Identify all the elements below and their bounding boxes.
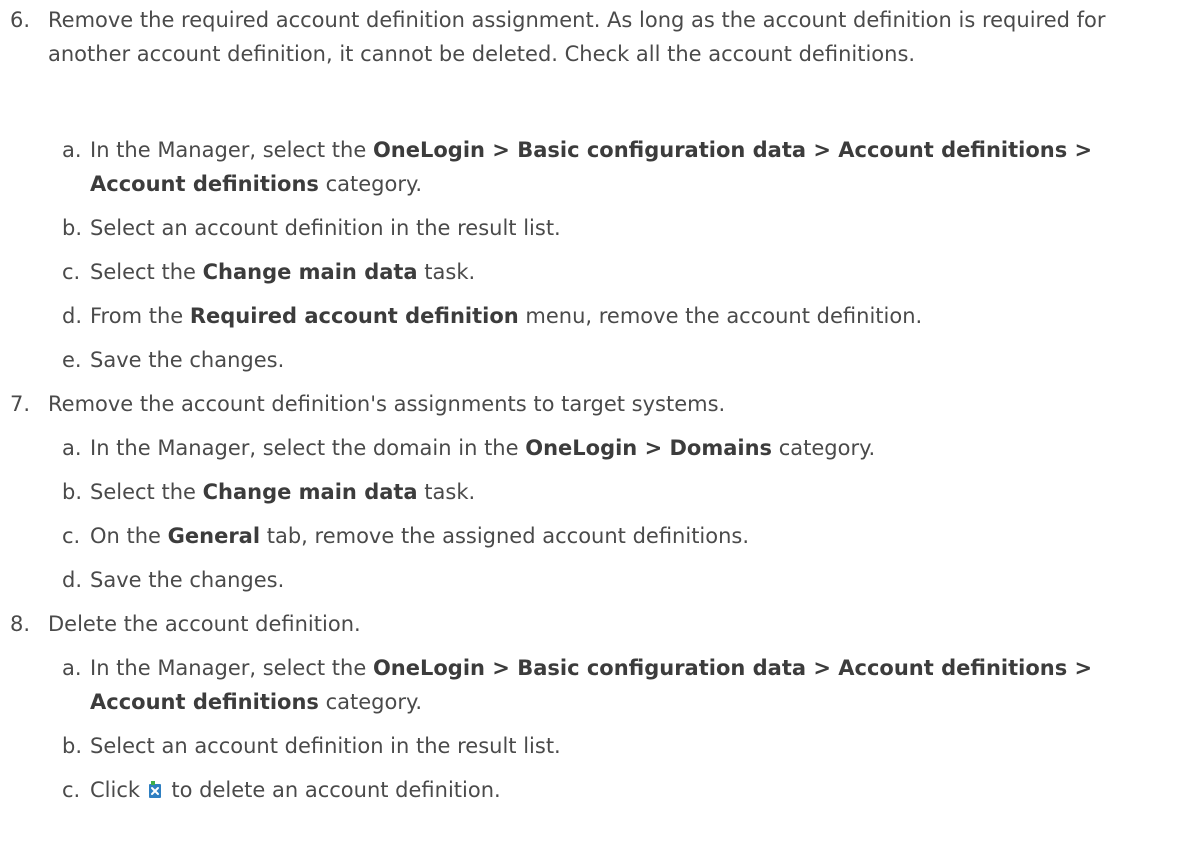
substep-letter: b. xyxy=(62,734,83,758)
substep-letter: d. xyxy=(62,568,83,592)
step-number: 8. xyxy=(10,612,31,636)
substep-text: Select an account definition in the resu… xyxy=(90,216,561,240)
step-text: Remove the required account definition a… xyxy=(48,8,1106,66)
delete-icon xyxy=(148,781,163,799)
task-name: Change main data xyxy=(202,480,418,504)
substep-letter: d. xyxy=(62,304,83,328)
step-number: 7. xyxy=(10,392,31,416)
step-text: Remove the account definition's assignme… xyxy=(48,392,726,416)
substep-text: Select the Change main data task. xyxy=(90,260,476,284)
substep-letter: b. xyxy=(62,480,83,504)
menu-name: Required account definition xyxy=(189,304,519,328)
substep-letter: c. xyxy=(62,260,81,284)
substep-letter: c. xyxy=(62,778,81,802)
substep-text: In the Manager, select the OneLogin > Ba… xyxy=(90,656,1093,714)
substep-text: From the Required account definition men… xyxy=(90,304,923,328)
substep-text: In the Manager, select the OneLogin > Ba… xyxy=(90,138,1093,196)
step-text: Delete the account definition. xyxy=(48,612,361,636)
substep-text: Select an account definition in the resu… xyxy=(90,734,561,758)
substep-text: Save the changes. xyxy=(90,348,285,372)
substep-letter: b. xyxy=(62,216,83,240)
substep-text: On the General tab, remove the assigned … xyxy=(90,524,750,548)
substep-letter: e. xyxy=(62,348,82,372)
substep-text: Select the Change main data task. xyxy=(90,480,476,504)
ui-path: OneLogin > Domains xyxy=(525,436,773,460)
substep-text: Save the changes. xyxy=(90,568,285,592)
step-number: 6. xyxy=(10,8,31,32)
substep-text: In the Manager, select the domain in the… xyxy=(90,436,876,460)
task-name: Change main data xyxy=(202,260,418,284)
substep-letter: c. xyxy=(62,524,81,548)
substep-text: Click to delete an account definition. xyxy=(90,778,501,802)
substep-letter: a. xyxy=(62,436,82,460)
document-page: 6. Remove the required account definitio… xyxy=(0,0,1183,847)
tab-name: General xyxy=(167,524,261,548)
substep-letter: a. xyxy=(62,138,82,162)
substep-letter: a. xyxy=(62,656,82,680)
